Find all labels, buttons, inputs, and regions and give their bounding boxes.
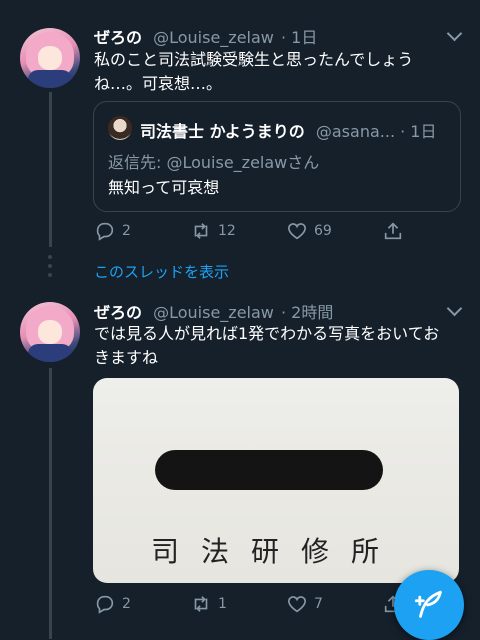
retweet-count: 1 (218, 596, 227, 612)
quoted-timestamp: · 1日 (400, 122, 437, 141)
retweet-button[interactable]: 1 (190, 593, 227, 615)
heart-icon (287, 596, 307, 613)
timestamp[interactable]: · 2時間 (281, 303, 333, 322)
tweet-text-line: 私のこと司法試験受験生と思ったんでしょう (94, 50, 414, 69)
thread-line-top (49, 92, 52, 247)
reply-to-text: 返信先: @Louise_zelawさん (108, 153, 320, 172)
compose-tweet-icon (414, 590, 442, 618)
retweet-count: 12 (218, 223, 236, 239)
tweet-photo[interactable]: 司法研修所 (93, 378, 459, 583)
photo-caption-text: 司法研修所 (151, 535, 402, 568)
like-count: 7 (314, 596, 323, 612)
chevron-down-icon[interactable] (446, 25, 463, 42)
like-button[interactable]: 69 (286, 220, 332, 242)
like-count: 69 (314, 223, 332, 239)
chevron-down-icon[interactable] (446, 300, 463, 317)
thread-line-bottom (49, 368, 52, 639)
retweet-icon (194, 596, 208, 612)
retweet-icon (194, 223, 208, 239)
user-handle[interactable]: @Louise_zelaw (153, 303, 274, 322)
share-icon (384, 222, 402, 240)
share-button[interactable] (382, 220, 404, 242)
retweet-button[interactable]: 12 (190, 220, 236, 242)
quoted-handle: @asana... (315, 122, 396, 141)
quoted-text: 無知って可哀想 (108, 178, 220, 197)
tweet-text-line: きますね (94, 348, 159, 367)
tweet-header: ぜろの @Louise_zelaw · 1日 (94, 24, 317, 48)
display-name[interactable]: ぜろの (94, 303, 142, 322)
redaction-bar (155, 450, 383, 490)
quoted-tweet[interactable]: 司法書士 かようまりの @asana... · 1日 返信先: @Louise_… (93, 101, 461, 212)
reply-count: 2 (122, 223, 131, 239)
avatar[interactable] (20, 302, 80, 362)
tweet-text-line: では見る人が見れば1発でわかる写真をおいてお (94, 324, 440, 343)
like-button[interactable]: 7 (286, 593, 323, 615)
tweet-text: では見る人が見れば1発でわかる写真をおいてお きますね (94, 322, 464, 370)
thread-dots (48, 255, 53, 295)
user-handle[interactable]: @Louise_zelaw (153, 28, 274, 47)
compose-tweet-button[interactable] (394, 570, 464, 640)
quoted-display-name: 司法書士 かようまりの (140, 122, 305, 141)
reply-button[interactable]: 2 (94, 593, 131, 615)
tweet-text: 私のこと司法試験受験生と思ったんでしょう ね…。可哀想…。 (94, 48, 464, 96)
timestamp[interactable]: · 1日 (281, 28, 317, 47)
reply-count: 2 (122, 596, 131, 612)
tweet-header: ぜろの @Louise_zelaw · 2時間 (94, 299, 333, 323)
tweet-text-line: ね…。可哀想…。 (94, 74, 223, 93)
heart-icon (287, 223, 307, 240)
quoted-header: 司法書士 かようまりの @asana... · 1日 (140, 118, 436, 142)
reply-button[interactable]: 2 (94, 220, 131, 242)
reply-icon (96, 222, 114, 241)
reply-icon (96, 595, 114, 614)
quoted-avatar (108, 116, 132, 140)
avatar[interactable] (20, 28, 80, 88)
show-thread-link[interactable]: このスレッドを表示 (94, 261, 229, 282)
display-name[interactable]: ぜろの (94, 28, 142, 47)
